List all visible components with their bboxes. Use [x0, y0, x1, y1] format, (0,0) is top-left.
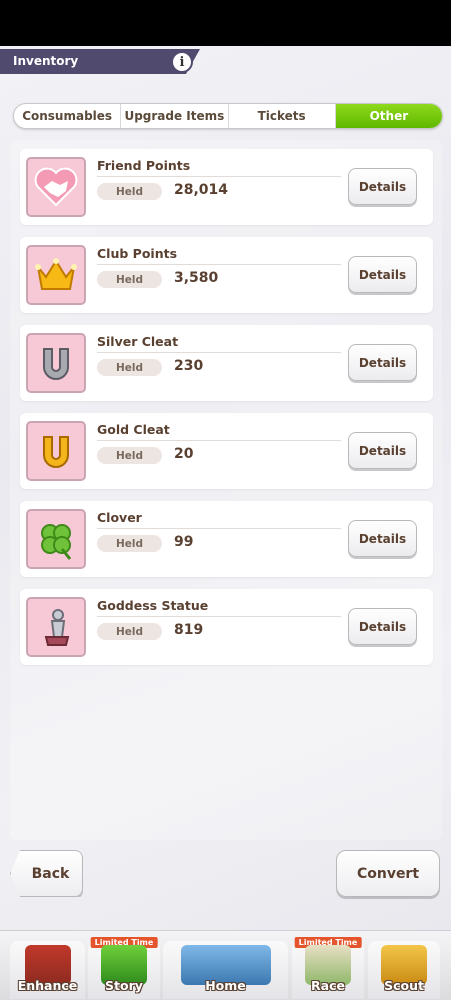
- clover-icon: [26, 509, 86, 569]
- crown-icon: [26, 245, 86, 305]
- divider: [97, 616, 341, 617]
- handshake-icon: [26, 157, 86, 217]
- nav-label: Story: [105, 978, 143, 993]
- item-name: Silver Cleat: [97, 334, 179, 349]
- goddess-statue-icon: [26, 597, 86, 657]
- tab-other[interactable]: Other: [335, 104, 442, 128]
- bottom-nav: Enhance Limited Time Story Home Limited …: [0, 930, 451, 1000]
- held-value: 3,580: [174, 270, 219, 286]
- list-item: Goddess Statue Held 819 Details: [20, 589, 433, 665]
- list-item: Silver Cleat Held 230 Details: [20, 325, 433, 401]
- item-name: Club Points: [97, 246, 178, 261]
- nav-label: Enhance: [17, 978, 78, 993]
- item-name: Gold Cleat: [97, 422, 170, 437]
- list-item: Club Points Held 3,580 Details: [20, 237, 433, 313]
- details-button[interactable]: Details: [348, 168, 417, 205]
- gold-horseshoe-icon: [26, 421, 86, 481]
- nav-home[interactable]: Home: [163, 941, 288, 999]
- details-button[interactable]: Details: [348, 432, 417, 469]
- info-button[interactable]: i: [171, 51, 193, 73]
- list-item: Friend Points Held 28,014 Details: [20, 149, 433, 225]
- held-value: 819: [174, 622, 204, 638]
- divider: [97, 264, 341, 265]
- nav-story[interactable]: Limited Time Story: [88, 937, 160, 999]
- held-badge: Held: [97, 271, 162, 288]
- held-badge: Held: [97, 447, 162, 464]
- held-badge: Held: [97, 623, 162, 640]
- divider: [97, 352, 341, 353]
- list-item: Gold Cleat Held 20 Details: [20, 413, 433, 489]
- item-name: Goddess Statue: [97, 598, 209, 613]
- convert-button[interactable]: Convert: [336, 850, 440, 897]
- divider: [97, 176, 341, 177]
- tab-consumables[interactable]: Consumables: [14, 104, 122, 128]
- tab-upgrade-items[interactable]: Upgrade Items: [121, 104, 229, 128]
- item-name: Clover: [97, 510, 142, 525]
- nav-scout[interactable]: Scout: [368, 941, 440, 999]
- nav-enhance[interactable]: Enhance: [10, 941, 85, 999]
- details-button[interactable]: Details: [348, 344, 417, 381]
- details-button[interactable]: Details: [348, 520, 417, 557]
- nav-label: Home: [205, 978, 246, 993]
- details-button[interactable]: Details: [348, 256, 417, 293]
- nav-race[interactable]: Limited Time Race: [292, 937, 364, 999]
- held-badge: Held: [97, 359, 162, 376]
- list-item: Clover Held 99 Details: [20, 501, 433, 577]
- held-value: 28,014: [174, 182, 229, 198]
- item-name: Friend Points: [97, 158, 191, 173]
- details-button[interactable]: Details: [348, 608, 417, 645]
- held-badge: Held: [97, 535, 162, 552]
- nav-label: Scout: [384, 978, 424, 993]
- page-title: Inventory: [13, 54, 79, 68]
- silver-horseshoe-icon: [26, 333, 86, 393]
- held-badge: Held: [97, 183, 162, 200]
- header-bar: Inventory: [0, 49, 200, 74]
- divider: [97, 528, 341, 529]
- tab-tickets[interactable]: Tickets: [229, 104, 336, 128]
- status-bar: [0, 0, 451, 46]
- divider: [97, 440, 341, 441]
- nav-label: Race: [311, 978, 345, 993]
- held-value: 20: [174, 446, 194, 462]
- held-value: 230: [174, 358, 204, 374]
- back-button[interactable]: Back: [10, 850, 83, 897]
- held-value: 99: [174, 534, 194, 550]
- inventory-tabs: Consumables Upgrade Items Tickets Other: [13, 103, 443, 129]
